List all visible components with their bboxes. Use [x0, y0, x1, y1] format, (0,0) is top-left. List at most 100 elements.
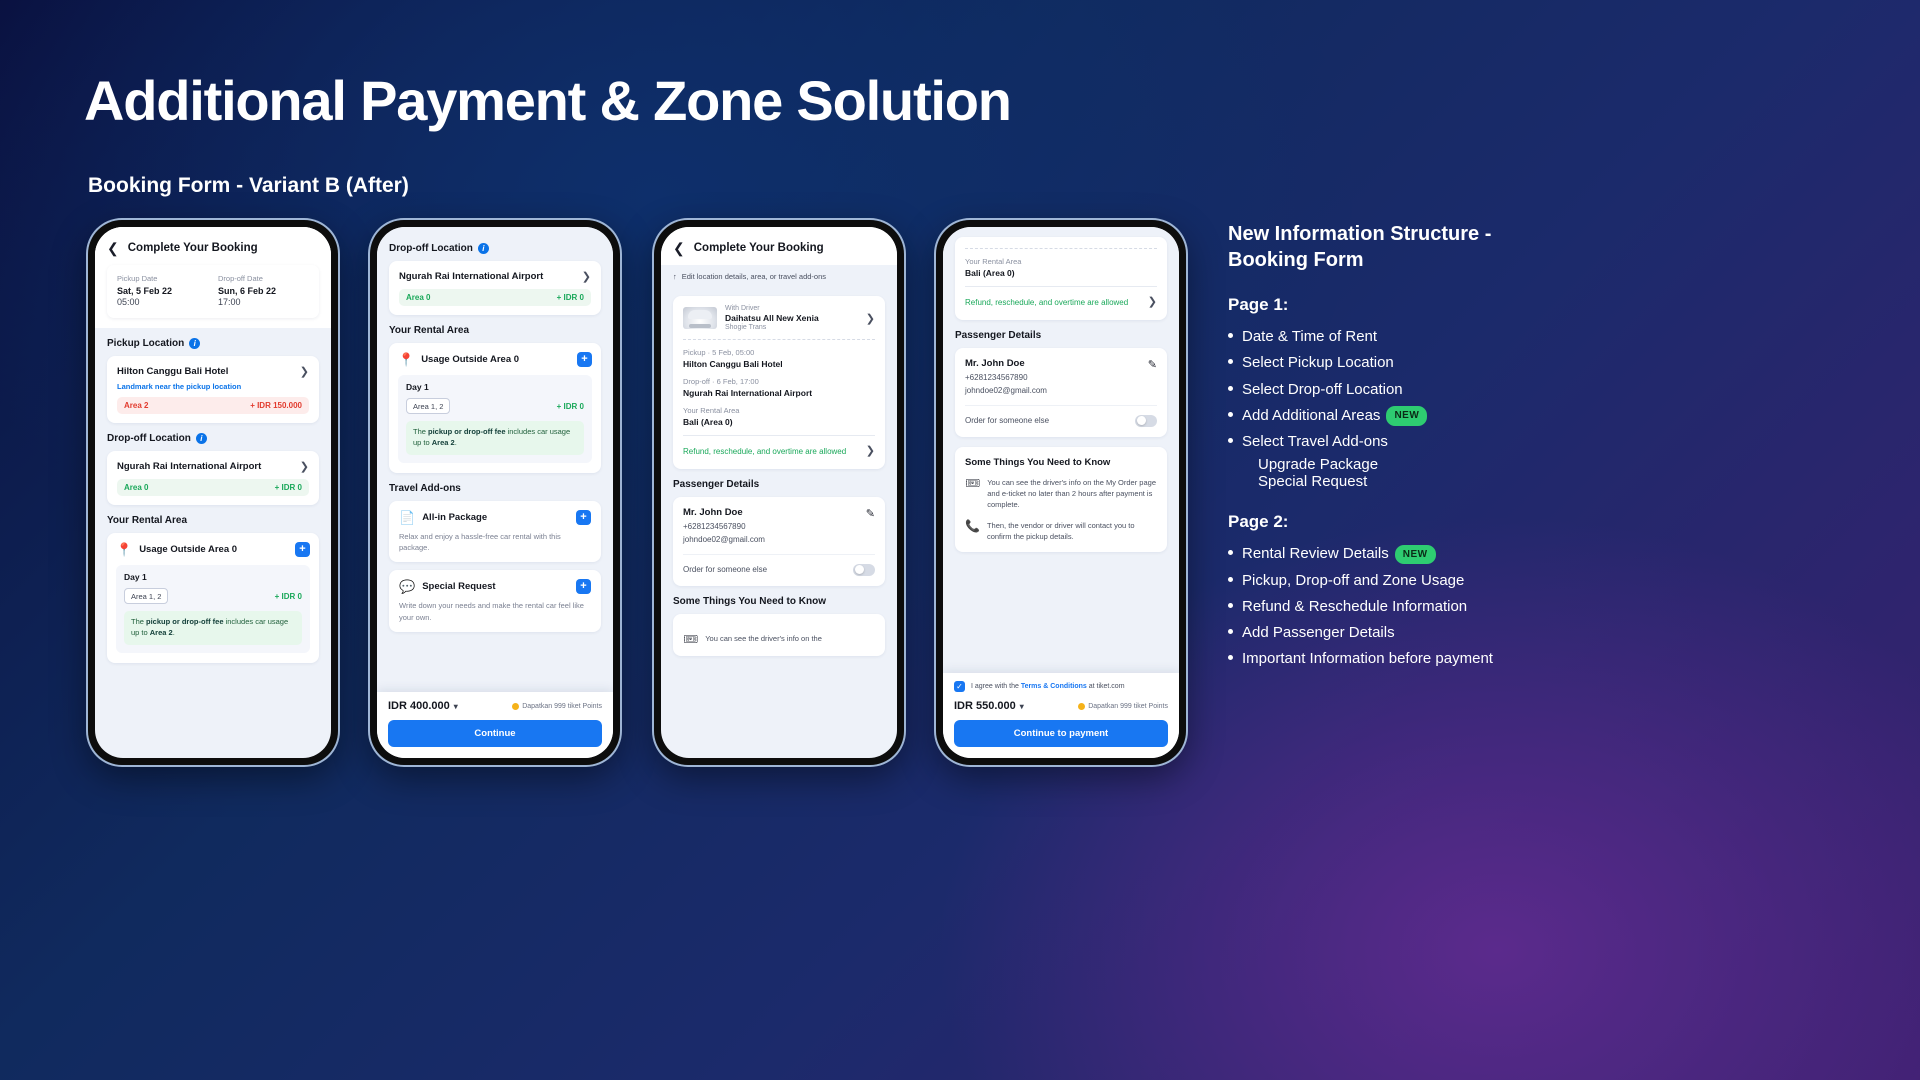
bullet-icon — [1228, 550, 1233, 556]
pencil-icon[interactable]: ✎ — [866, 507, 875, 520]
phone3-screen: ❮ Complete Your Booking ↑ Edit location … — [661, 227, 897, 758]
phone2-screen: Drop-off Location i Ngurah Rai Internati… — [377, 227, 613, 758]
chevron-down-icon[interactable]: ▾ — [1020, 702, 1024, 711]
pickup-location-card[interactable]: Hilton Canggu Bali Hotel ❯ Landmark near… — [107, 356, 319, 423]
section-pickup-label: Pickup Location — [107, 338, 185, 349]
addon-card-all-in-package[interactable]: 📄 All-in Package + Relax and enjoy a has… — [389, 500, 601, 563]
terms-link[interactable]: Terms & Conditions — [1021, 683, 1087, 690]
toggle-label: Order for someone else — [965, 416, 1050, 426]
rental-area-tag[interactable]: Area 1, 2 — [406, 398, 451, 414]
order-for-someone-else-toggle[interactable] — [853, 563, 875, 576]
dropoff-date-label: Drop-off Date — [218, 274, 263, 283]
addon-title: Special Request — [422, 581, 496, 593]
dropoff-location-name: Ngurah Rai International Airport — [117, 461, 262, 472]
section-passenger-details: Passenger Details — [661, 469, 897, 497]
chevron-right-icon[interactable]: ❯ — [582, 270, 591, 283]
page1-list: Date & Time of Rent Select Pickup Locati… — [1228, 325, 1518, 453]
info-icon[interactable]: i — [477, 243, 489, 254]
refund-info-text: Refund, reschedule, and overtime are all… — [965, 298, 1129, 308]
chevron-right-icon[interactable]: ❯ — [300, 365, 309, 378]
order-for-someone-else-toggle[interactable] — [1135, 414, 1157, 427]
section-things-to-know: Some Things You Need to Know — [661, 586, 897, 614]
trip-dropoff: Drop-off · 6 Feb, 17:00 Ngurah Rai Inter… — [683, 377, 875, 398]
add-area-button[interactable]: + — [577, 352, 592, 367]
section-dropoff-location: Drop-off Location i — [377, 239, 613, 261]
item-text: Date & Time of Rent — [1242, 328, 1378, 346]
rental-day-box: Day 1 Area 1, 2 + IDR 0 The pickup or dr… — [116, 565, 310, 653]
chevron-left-icon[interactable]: ❮ — [107, 241, 119, 255]
refund-info-row[interactable]: Refund, reschedule, and overtime are all… — [965, 295, 1157, 311]
rental-area-card[interactable]: 📍 Usage Outside Area 0 + Day 1 Area 1, 2… — [389, 343, 601, 473]
passenger-name: Mr. John Doe — [683, 506, 743, 518]
chevron-right-icon[interactable]: ❯ — [866, 444, 875, 460]
bullet-icon — [1228, 438, 1233, 444]
list-item: Pickup, Drop-off and Zone Usage — [1228, 569, 1518, 592]
edit-hint-banner[interactable]: ↑ Edit location details, area, or travel… — [661, 265, 897, 288]
section-dropoff-label: Drop-off Location — [389, 243, 473, 254]
pickup-time-value: 05:00 — [117, 297, 140, 307]
chevron-right-icon[interactable]: ❯ — [300, 460, 309, 473]
dropoff-area-pill: Area 0 + IDR 0 — [399, 289, 591, 306]
new-badge: NEW — [1386, 406, 1428, 426]
pickup-area-label: Area 2 — [124, 401, 149, 410]
addon-description: Write down your needs and make the renta… — [399, 601, 584, 622]
right-panel-title: New Information Structure - Booking Form — [1228, 223, 1492, 271]
dropoff-location-card[interactable]: Ngurah Rai International Airport ❯ Area … — [389, 261, 601, 315]
chevron-left-icon[interactable]: ❮ — [673, 241, 685, 255]
phone-mockup-2: Drop-off Location i Ngurah Rai Internati… — [370, 220, 620, 765]
passenger-card[interactable]: Mr. John Doe +6281234567890 johndoe02@gm… — [955, 347, 1167, 437]
add-addon-button[interactable]: + — [576, 509, 591, 525]
list-item: Upgrade Package — [1258, 456, 1518, 473]
rental-area-fee: + IDR 0 — [274, 591, 302, 601]
rental-area-card[interactable]: 📍 Usage Outside Area 0 + Day 1 Area 1, 2… — [107, 533, 319, 663]
dropoff-area-fee: + IDR 0 — [556, 293, 584, 302]
chevron-right-icon[interactable]: ❯ — [866, 312, 875, 325]
chevron-right-icon[interactable]: ❯ — [1148, 295, 1157, 311]
rental-day-label: Day 1 — [124, 572, 147, 582]
rental-review-card-bottom[interactable]: Your Rental Area Bali (Area 0) Refund, r… — [955, 237, 1167, 320]
app-bar: ❮ Complete Your Booking — [661, 227, 897, 265]
things-to-know-title: Some Things You Need to Know — [965, 456, 1111, 468]
pickup-date-label: Pickup Date — [117, 274, 158, 283]
total-price[interactable]: IDR 550.000 ▾ — [954, 700, 1024, 712]
date-card[interactable]: Pickup Date Sat, 5 Feb 22 05:00 Drop-off… — [107, 265, 319, 318]
bullet-icon — [1228, 629, 1233, 635]
dropoff-area-fee: + IDR 0 — [274, 483, 302, 492]
item-text: Pickup, Drop-off and Zone Usage — [1242, 571, 1465, 589]
info-icon[interactable]: i — [189, 338, 201, 349]
new-badge: NEW — [1394, 544, 1436, 565]
points-text: Dapatkan 999 tiket Points — [522, 702, 602, 710]
rental-day-box: Day 1 Area 1, 2 + IDR 0 The pickup or dr… — [398, 375, 592, 463]
info-text: You can see the driver's info on the My … — [987, 477, 1156, 510]
coin-icon — [1078, 702, 1086, 710]
bullet-icon — [1228, 359, 1233, 365]
info-icon[interactable]: i — [195, 433, 207, 444]
trip-dropoff-label: Drop-off · 6 Feb, 17:00 — [683, 377, 759, 386]
bullet-icon — [1228, 333, 1233, 339]
list-item: Date & Time of Rent — [1228, 325, 1518, 348]
rental-review-card[interactable]: With Driver Daihatsu All New Xenia Shogi… — [673, 296, 885, 469]
pickup-landmark-link[interactable]: Landmark near the pickup location — [117, 382, 309, 391]
add-area-button[interactable]: + — [295, 542, 310, 557]
chevron-down-icon[interactable]: ▾ — [454, 702, 458, 711]
total-price-value: IDR 400.000 — [388, 700, 450, 712]
continue-button[interactable]: Continue — [388, 720, 602, 747]
car-model: Daihatsu All New Xenia — [725, 313, 819, 323]
terms-checkbox[interactable]: ✓ — [954, 681, 965, 692]
refund-info-row[interactable]: Refund, reschedule, and overtime are all… — [683, 444, 875, 460]
dropoff-location-card[interactable]: Ngurah Rai International Airport ❯ Area … — [107, 451, 319, 505]
terms-row[interactable]: ✓ I agree with the Terms & Conditions at… — [954, 681, 1168, 700]
continue-to-payment-button[interactable]: Continue to payment — [954, 720, 1168, 747]
total-price[interactable]: IDR 400.000 ▾ — [388, 700, 458, 712]
passenger-card[interactable]: Mr. John Doe +6281234567890 johndoe02@gm… — [673, 496, 885, 586]
dropoff-date-value: Sun, 6 Feb 22 — [218, 286, 277, 296]
terms-text: I agree with the Terms & Conditions at t… — [971, 683, 1125, 690]
add-addon-button[interactable]: + — [576, 579, 591, 595]
order-for-someone-else-row[interactable]: Order for someone else — [965, 404, 1157, 427]
rental-area-tag[interactable]: Area 1, 2 — [124, 588, 169, 604]
list-item: Refund & Reschedule Information — [1228, 595, 1518, 618]
order-for-someone-else-row[interactable]: Order for someone else — [683, 553, 875, 576]
addon-card-special-request[interactable]: 💬 Special Request + Write down your need… — [389, 570, 601, 632]
dropoff-date-col: Drop-off Date Sun, 6 Feb 22 17:00 — [218, 274, 309, 307]
pencil-icon[interactable]: ✎ — [1148, 358, 1157, 371]
